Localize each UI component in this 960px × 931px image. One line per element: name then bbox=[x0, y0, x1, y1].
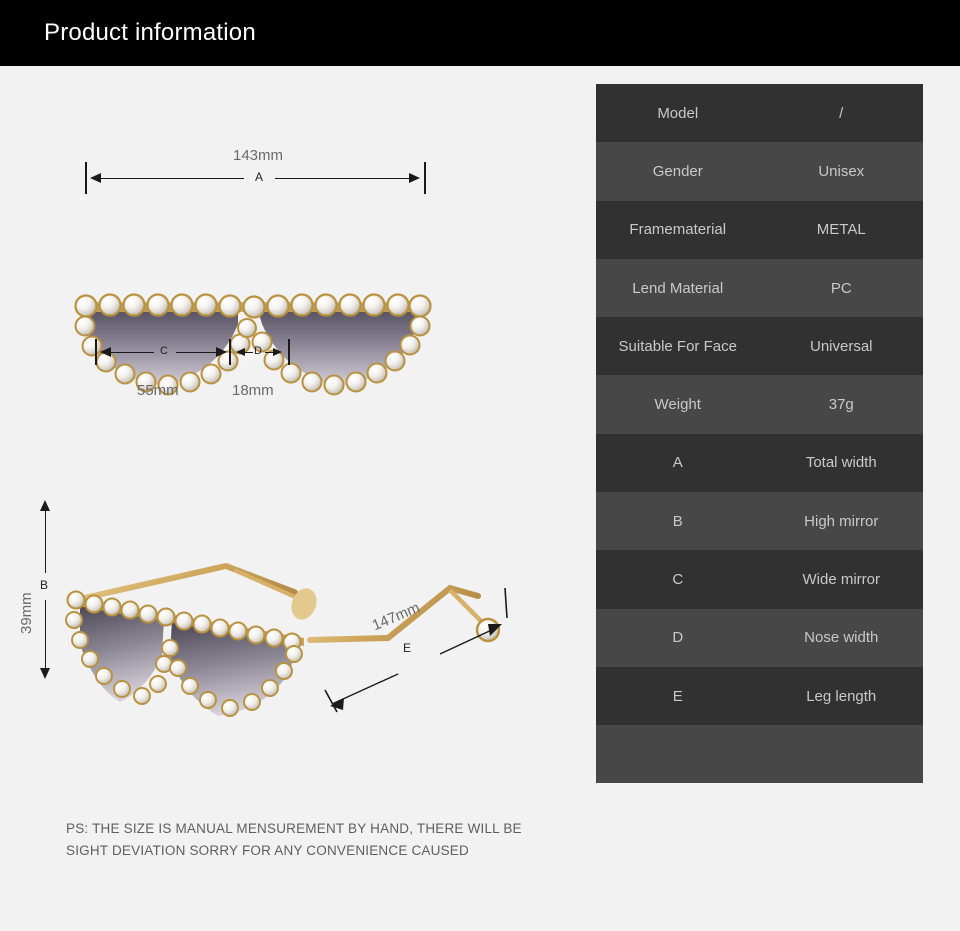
dimension-c-line-right bbox=[176, 351, 216, 353]
spec-key: Framematerial bbox=[629, 221, 727, 239]
table-row: Framematerial METAL bbox=[596, 200, 923, 259]
table-row: Gender Unisex bbox=[596, 142, 923, 201]
spec-value: / bbox=[839, 104, 844, 122]
dimension-d-arrow-right bbox=[273, 348, 282, 356]
measurement-note: PS: THE SIZE IS MANUAL MENSUREMENT BY HA… bbox=[66, 821, 522, 858]
dimension-a-value: 143mm bbox=[233, 147, 284, 164]
page-header-bar: Product information bbox=[0, 0, 960, 66]
dimension-a-letter: A bbox=[255, 170, 264, 184]
spec-key: Model bbox=[657, 104, 699, 122]
spec-value: Unisex bbox=[818, 162, 865, 180]
table-row-empty bbox=[596, 725, 923, 784]
spec-value: Total width bbox=[805, 454, 877, 472]
spec-value: Nose width bbox=[804, 629, 879, 647]
dimension-a-tick-right bbox=[424, 162, 426, 194]
dimension-a-arrow-right bbox=[409, 173, 420, 183]
dimension-d-arrow-left bbox=[236, 348, 245, 356]
table-row: Weight 37g bbox=[596, 375, 923, 434]
spec-key: Gender bbox=[652, 162, 703, 180]
dimension-e-letter: E bbox=[403, 641, 412, 655]
dimension-c-letter: C bbox=[160, 345, 168, 357]
product-diagram-panel: 143mm A C 55mm D 18mm B 39mm 147mm E PS:… bbox=[0, 66, 596, 931]
spec-key: B bbox=[672, 512, 683, 530]
product-spec-table: Model / Gender Unisex Framematerial META… bbox=[596, 84, 923, 784]
dimension-d-tick-right bbox=[288, 339, 290, 365]
dimension-b-line-bottom bbox=[44, 600, 46, 668]
spec-value: Universal bbox=[809, 337, 873, 355]
dimension-b-line-top bbox=[44, 510, 46, 573]
spec-value: METAL bbox=[816, 221, 866, 239]
spec-key: E bbox=[672, 687, 683, 705]
dimension-c-line-left bbox=[110, 351, 154, 353]
spec-key: Weight bbox=[654, 396, 701, 414]
dimension-b-letter: B bbox=[40, 578, 49, 592]
table-row: C Wide mirror bbox=[596, 550, 923, 609]
spec-key: D bbox=[672, 629, 684, 647]
table-row: A Total width bbox=[596, 433, 923, 493]
spec-value: Leg length bbox=[806, 687, 877, 705]
dimension-d-value: 18mm bbox=[232, 382, 274, 399]
spec-key: C bbox=[672, 571, 684, 589]
table-row: D Nose width bbox=[596, 608, 923, 667]
spec-key: Lend Material bbox=[632, 279, 724, 297]
dimension-d-letter: D bbox=[254, 345, 262, 357]
dimension-b-arrow-down bbox=[40, 668, 50, 679]
dimension-c-value: 55mm bbox=[137, 382, 179, 399]
dimension-a-line-left bbox=[100, 177, 244, 179]
dimension-c-tick-left bbox=[95, 339, 97, 365]
dimension-b-value: 39mm bbox=[18, 592, 35, 634]
spec-key: A bbox=[672, 454, 683, 472]
dimension-a-line-right bbox=[275, 177, 409, 179]
spec-key: Suitable For Face bbox=[618, 337, 737, 355]
spec-value: Wide mirror bbox=[802, 571, 881, 589]
dimension-d-line-right bbox=[265, 351, 273, 353]
table-row: E Leg length bbox=[596, 666, 923, 726]
table-row: Lend Material PC bbox=[596, 258, 923, 318]
table-row: B High mirror bbox=[596, 492, 923, 551]
dimension-d-line-left bbox=[245, 351, 253, 353]
dimension-c-arrow-right bbox=[216, 347, 227, 357]
spec-value: PC bbox=[830, 279, 852, 297]
table-row: Model / bbox=[596, 84, 923, 143]
dimension-c-tick-right bbox=[229, 339, 231, 365]
dimension-a-tick-left bbox=[85, 162, 87, 194]
spec-value: High mirror bbox=[804, 512, 879, 530]
spec-value: 37g bbox=[828, 396, 854, 414]
page-title: Product information bbox=[44, 19, 256, 46]
table-row: Suitable For Face Universal bbox=[596, 317, 923, 376]
